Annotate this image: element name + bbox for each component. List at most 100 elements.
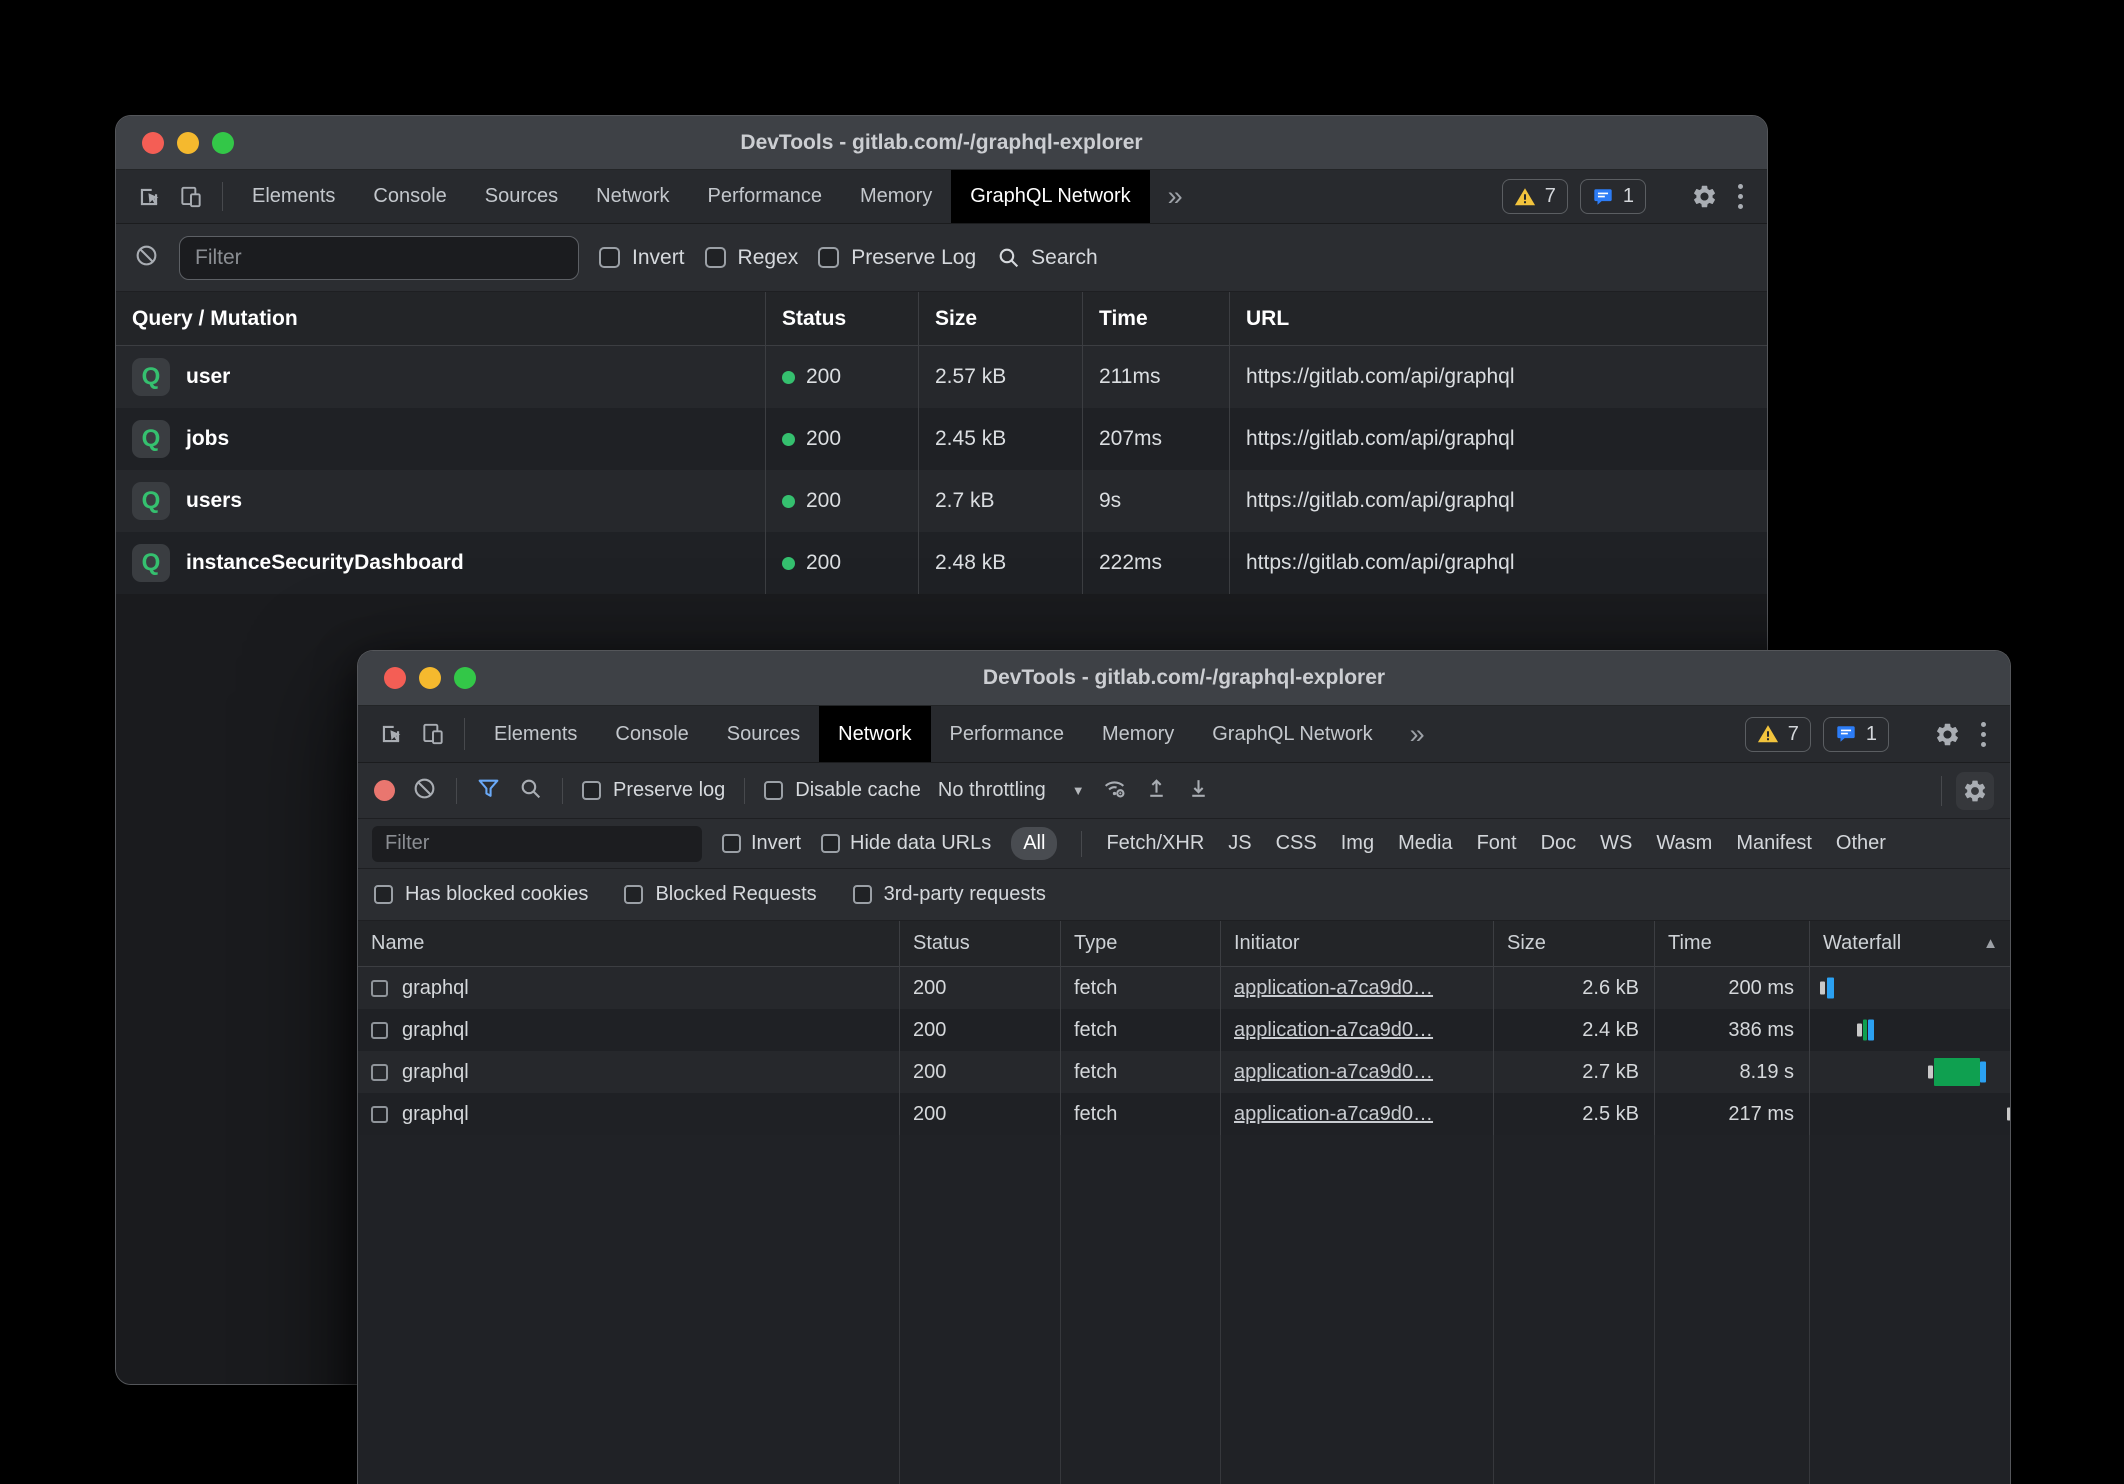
tab-memory[interactable]: Memory [841,170,951,223]
tab-console[interactable]: Console [596,706,707,762]
disable-cache-checkbox[interactable]: Disable cache [764,779,921,802]
type-filter-font[interactable]: Font [1477,832,1517,855]
column-header-time[interactable]: Time [1654,921,1809,966]
close-window-button[interactable] [142,132,164,154]
type-filter-media[interactable]: Media [1398,832,1452,855]
tab-graphql-network[interactable]: GraphQL Network [1193,706,1391,762]
tab-console[interactable]: Console [354,170,465,223]
preserve-log-checkbox[interactable]: Preserve log [582,779,725,802]
network-settings-gear-icon[interactable] [1956,772,1994,810]
row-checkbox[interactable] [371,1022,388,1039]
network-conditions-icon[interactable] [1102,776,1127,806]
warnings-badge[interactable]: 7 [1502,179,1568,214]
warnings-badge[interactable]: 7 [1745,717,1811,752]
type-filter-other[interactable]: Other [1836,832,1886,855]
search-button[interactable]: Search [996,245,1098,270]
inspect-element-icon[interactable] [128,170,170,223]
throttling-value: No throttling [938,779,1046,802]
row-checkbox[interactable] [371,1106,388,1123]
initiator-link[interactable]: application-a7ca9d0… [1234,977,1433,1000]
throttling-dropdown[interactable]: No throttling ▼ [938,779,1085,802]
invert-checkbox[interactable]: Invert [722,832,801,855]
search-icon[interactable] [518,776,543,806]
initiator-link[interactable]: application-a7ca9d0… [1234,1061,1433,1084]
minimize-window-button[interactable] [177,132,199,154]
invert-checkbox[interactable]: Invert [599,246,685,270]
row-checkbox[interactable] [371,1064,388,1081]
titlebar[interactable]: DevTools - gitlab.com/-/graphql-explorer [116,116,1767,170]
more-options-icon[interactable] [1973,722,1994,747]
device-toolbar-icon[interactable] [412,706,454,762]
device-toolbar-icon[interactable] [170,170,212,223]
import-har-icon[interactable] [1144,776,1169,806]
type-filter-doc[interactable]: Doc [1541,832,1577,855]
more-tabs-icon[interactable]: » [1150,170,1201,223]
tab-graphql-network[interactable]: GraphQL Network [951,170,1149,223]
column-header-name[interactable]: Name [358,921,899,966]
column-header-size[interactable]: Size [1493,921,1654,966]
column-header-query[interactable]: Query / Mutation [116,292,765,345]
record-button[interactable] [374,780,395,801]
table-row[interactable]: Quser 200 2.57 kB 211ms https://gitlab.c… [116,346,1767,408]
clear-icon[interactable] [412,776,437,806]
table-row[interactable]: QinstanceSecurityDashboard 200 2.48 kB 2… [116,532,1767,594]
column-header-waterfall[interactable]: Waterfall ▲ [1809,921,2010,966]
blocked-requests-checkbox[interactable]: Blocked Requests [624,883,816,906]
filter-funnel-icon[interactable] [476,776,501,806]
tab-elements[interactable]: Elements [233,170,354,223]
tab-memory[interactable]: Memory [1083,706,1193,762]
tab-network[interactable]: Network [577,170,688,223]
column-header-url[interactable]: URL [1229,292,1767,345]
tab-elements[interactable]: Elements [475,706,596,762]
tab-network[interactable]: Network [819,706,930,762]
initiator-link[interactable]: application-a7ca9d0… [1234,1103,1433,1126]
column-header-size[interactable]: Size [918,292,1082,345]
tab-sources[interactable]: Sources [466,170,577,223]
type-filter-img[interactable]: Img [1341,832,1374,855]
type-filter-fetch-xhr[interactable]: Fetch/XHR [1106,832,1204,855]
more-options-icon[interactable] [1730,184,1751,209]
zoom-window-button[interactable] [212,132,234,154]
settings-gear-icon[interactable] [1691,183,1718,210]
tab-performance[interactable]: Performance [689,170,842,223]
zoom-window-button[interactable] [454,667,476,689]
column-header-initiator[interactable]: Initiator [1220,921,1493,966]
column-header-status[interactable]: Status [899,921,1060,966]
hide-data-urls-checkbox[interactable]: Hide data URLs [821,832,991,855]
has-blocked-cookies-checkbox[interactable]: Has blocked cookies [374,883,588,906]
third-party-requests-checkbox[interactable]: 3rd-party requests [853,883,1046,906]
filter-input[interactable] [372,826,702,862]
request-row[interactable]: graphql 200 fetch application-a7ca9d0… 2… [358,967,2010,1009]
table-row[interactable]: Qusers 200 2.7 kB 9s https://gitlab.com/… [116,470,1767,532]
filter-input[interactable] [179,236,579,280]
column-header-status[interactable]: Status [765,292,918,345]
column-header-type[interactable]: Type [1060,921,1220,966]
initiator-link[interactable]: application-a7ca9d0… [1234,1019,1433,1042]
request-row[interactable]: graphql 200 fetch application-a7ca9d0… 2… [358,1051,2010,1093]
inspect-element-icon[interactable] [370,706,412,762]
type-filter-manifest[interactable]: Manifest [1736,832,1812,855]
type-filter-js[interactable]: JS [1228,832,1251,855]
close-window-button[interactable] [384,667,406,689]
preserve-log-checkbox[interactable]: Preserve Log [818,246,976,270]
row-checkbox[interactable] [371,980,388,997]
table-row[interactable]: Qjobs 200 2.45 kB 207ms https://gitlab.c… [116,408,1767,470]
regex-checkbox[interactable]: Regex [705,246,799,270]
settings-gear-icon[interactable] [1934,721,1961,748]
request-row[interactable]: graphql 200 fetch application-a7ca9d0… 2… [358,1009,2010,1051]
more-tabs-icon[interactable]: » [1392,706,1443,762]
tab-sources[interactable]: Sources [708,706,819,762]
tab-performance[interactable]: Performance [931,706,1084,762]
titlebar[interactable]: DevTools - gitlab.com/-/graphql-explorer [358,651,2010,706]
issues-badge[interactable]: 1 [1823,717,1889,752]
type-filter-wasm[interactable]: Wasm [1656,832,1712,855]
export-har-icon[interactable] [1186,776,1211,806]
column-header-time[interactable]: Time [1082,292,1229,345]
issues-badge[interactable]: 1 [1580,179,1646,214]
type-filter-css[interactable]: CSS [1276,832,1317,855]
block-icon[interactable] [134,243,159,273]
request-row[interactable]: graphql 200 fetch application-a7ca9d0… 2… [358,1093,2010,1135]
type-filter-all[interactable]: All [1011,827,1057,860]
type-filter-ws[interactable]: WS [1600,832,1632,855]
minimize-window-button[interactable] [419,667,441,689]
